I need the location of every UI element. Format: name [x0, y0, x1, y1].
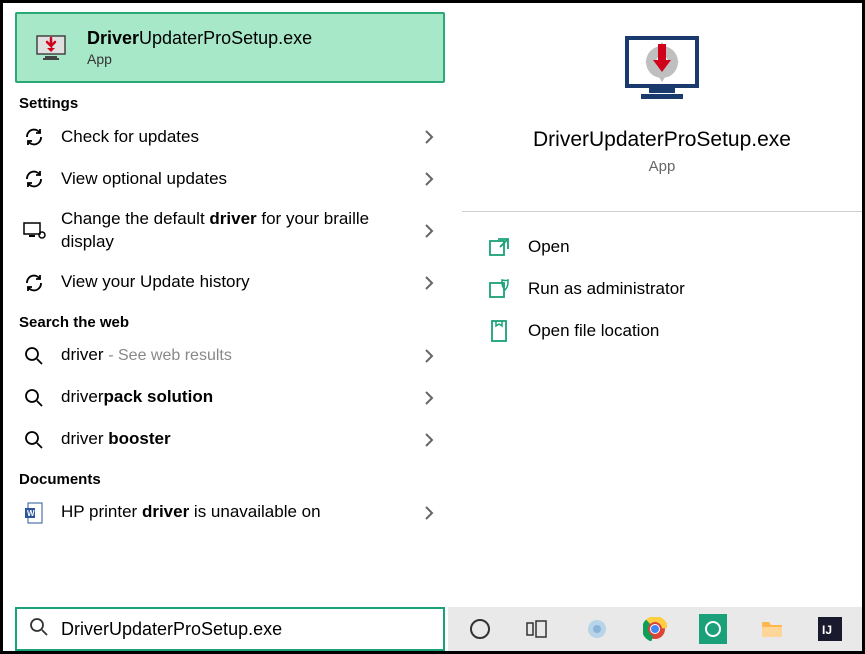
- action-label: Open: [528, 237, 570, 257]
- action-label: Open file location: [528, 321, 659, 341]
- best-match-title-rest: UpdaterProSetup.exe: [139, 28, 312, 48]
- action-open[interactable]: Open: [462, 226, 862, 268]
- doc-item-0[interactable]: W HP printer driver is unavailable on: [15, 492, 445, 534]
- best-match-title-bold: Driver: [87, 28, 139, 48]
- search-bar[interactable]: [15, 607, 445, 651]
- section-web: Search the web: [19, 314, 445, 331]
- chevron-right-icon: [419, 390, 439, 406]
- best-match-subtitle: App: [87, 51, 312, 67]
- section-settings: Settings: [19, 95, 445, 112]
- taskbar-app-active[interactable]: [699, 614, 727, 644]
- search-icon: [21, 343, 47, 369]
- row-label: driver booster: [61, 428, 405, 451]
- preview-pane: DriverUpdaterProSetup.exe App Open Run as…: [462, 12, 862, 602]
- refresh-icon: [21, 270, 47, 296]
- preview-title: DriverUpdaterProSetup.exe: [462, 128, 862, 152]
- file-explorer-icon[interactable]: [757, 614, 785, 644]
- row-label: driverpack solution: [61, 386, 405, 409]
- search-input[interactable]: [61, 619, 431, 640]
- section-documents: Documents: [19, 471, 445, 488]
- web-item-1[interactable]: driverpack solution: [15, 377, 445, 419]
- refresh-icon: [21, 124, 47, 150]
- folder-icon: [488, 320, 510, 342]
- action-open-file-location[interactable]: Open file location: [462, 310, 862, 352]
- svg-text:W: W: [27, 509, 35, 518]
- chevron-right-icon: [419, 505, 439, 521]
- cortana-icon[interactable]: [466, 614, 494, 644]
- chevron-right-icon: [419, 432, 439, 448]
- row-label: driver - See web results: [61, 344, 405, 367]
- settings-item-2[interactable]: Change the default driver for your brail…: [15, 200, 445, 262]
- row-label: Check for updates: [61, 126, 405, 149]
- word-icon: W: [21, 500, 47, 526]
- chevron-right-icon: [419, 348, 439, 364]
- row-label: HP printer driver is unavailable on: [61, 501, 405, 524]
- preview-subtitle: App: [462, 158, 862, 175]
- best-match-text: DriverUpdaterProSetup.exe App: [87, 28, 312, 67]
- svg-text:IJ: IJ: [822, 623, 832, 637]
- results-pane: DriverUpdaterProSetup.exe App Settings C…: [15, 12, 445, 602]
- search-icon: [29, 617, 49, 642]
- search-icon: [21, 427, 47, 453]
- search-icon: [21, 385, 47, 411]
- shield-icon: [488, 278, 510, 300]
- chevron-right-icon: [419, 275, 439, 291]
- row-label: Change the default driver for your brail…: [61, 208, 405, 254]
- settings-item-3[interactable]: View your Update history: [15, 262, 445, 304]
- settings-item-0[interactable]: Check for updates: [15, 116, 445, 158]
- chevron-right-icon: [419, 129, 439, 145]
- chevron-right-icon: [419, 171, 439, 187]
- best-match-result[interactable]: DriverUpdaterProSetup.exe App: [15, 12, 445, 83]
- intellij-icon[interactable]: IJ: [816, 614, 844, 644]
- chrome-icon[interactable]: [641, 614, 669, 644]
- app-icon: [33, 30, 69, 66]
- preview-app-icon: [617, 30, 707, 110]
- action-run-as-administrator[interactable]: Run as administrator: [462, 268, 862, 310]
- action-label: Run as administrator: [528, 279, 685, 299]
- settings-item-1[interactable]: View optional updates: [15, 158, 445, 200]
- taskbar-app-1[interactable]: [583, 614, 611, 644]
- row-label: View your Update history: [61, 271, 405, 294]
- open-icon: [488, 236, 510, 258]
- web-item-0[interactable]: driver - See web results: [15, 335, 445, 377]
- task-view-icon[interactable]: [524, 614, 552, 644]
- row-label: View optional updates: [61, 168, 405, 191]
- refresh-icon: [21, 166, 47, 192]
- divider: [462, 211, 862, 212]
- web-item-2[interactable]: driver booster: [15, 419, 445, 461]
- taskbar: IJ: [448, 607, 862, 651]
- chevron-right-icon: [419, 223, 439, 239]
- display-icon: [21, 218, 47, 244]
